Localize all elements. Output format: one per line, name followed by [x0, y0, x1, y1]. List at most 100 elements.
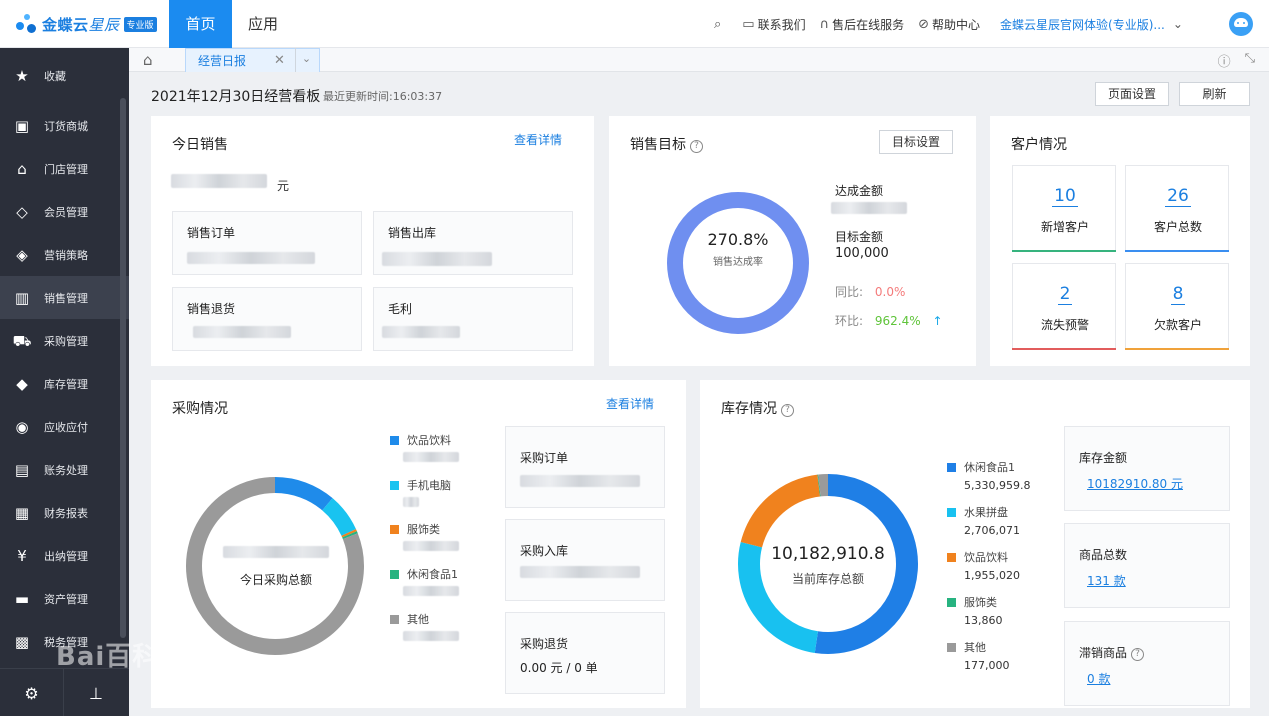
achieved-label: 达成金额	[835, 184, 884, 198]
sidebar-item-cashier[interactable]: ¥ 出纳管理	[0, 534, 129, 577]
home-icon[interactable]: ⌂	[143, 51, 153, 69]
help-icon[interactable]: ?	[690, 140, 703, 153]
purchase-legend-item[interactable]: 服饰类	[390, 521, 440, 537]
sidebar-item-store[interactable]: ⌂ 门店管理	[0, 147, 129, 190]
card-title: 销售目标?	[630, 134, 703, 154]
debtor-customers-box[interactable]: 8 欠款客户	[1125, 263, 1229, 350]
purchase-legend-item[interactable]: 饮品饮料	[390, 432, 451, 448]
yoy-row: 同比: 0.0%	[835, 285, 906, 299]
tab-dropdown-button[interactable]: ⌄	[295, 48, 317, 72]
fullscreen-icon[interactable]: ⤡	[1245, 51, 1255, 70]
sales-target-card: 销售目标? 目标设置 270.8% 销售达成率 达成金额 目标金额 100,00…	[609, 116, 976, 366]
sidebar-item-order-mall[interactable]: ▣ 订货商城	[0, 104, 129, 147]
total-customers-box[interactable]: 26 客户总数	[1125, 165, 1229, 252]
purchase-legend-value-redacted	[403, 497, 419, 507]
target-settings-button[interactable]: 目标设置	[879, 130, 953, 154]
purchase-legend-value-redacted	[403, 541, 459, 551]
target-value: 100,000	[835, 246, 889, 261]
donut-slice-休闲食品1[interactable]	[342, 531, 358, 540]
purchase-return-box[interactable]: 采购退货 0.00 元 / 0 单	[505, 612, 665, 694]
sidebar-item-favorites[interactable]: ★ 收藏	[0, 54, 129, 97]
churn-warning-box[interactable]: 2 流失预警	[1012, 263, 1116, 350]
brand-logo[interactable]: 金蝶云星辰 专业版	[14, 10, 157, 38]
inventory-legend-value: 13,860	[964, 614, 1003, 627]
inventory-legend-item[interactable]: 水果拼盘	[947, 504, 1008, 520]
target-rate: 270.8%	[707, 230, 769, 249]
slow-moving-link[interactable]: 0 款	[1087, 670, 1110, 687]
sidebar-item-assets[interactable]: ▬ 资产管理	[0, 577, 129, 620]
help-icon[interactable]: ?	[1131, 648, 1145, 661]
sidebar-scrollbar[interactable]	[120, 98, 126, 638]
page-settings-button[interactable]: 页面设置	[1095, 82, 1169, 106]
baidu-watermark: Bai百科	[56, 642, 160, 672]
card-title: 采购情况	[172, 401, 228, 417]
sidebar-item-reports[interactable]: ▦ 财务报表	[0, 491, 129, 534]
chat-icon: ▭	[742, 16, 755, 32]
sidebar-item-marketing[interactable]: ◈ 营销策略	[0, 233, 129, 276]
pin-button[interactable]: ⊥	[64, 669, 128, 716]
purchase-legend-item[interactable]: 手机电脑	[390, 477, 451, 493]
mom-value: 962.4%	[874, 314, 921, 328]
legend-swatch	[390, 615, 399, 624]
sales-return-box[interactable]: 销售退货	[172, 287, 362, 351]
help-center-link[interactable]: ⊘ 帮助中心	[918, 16, 980, 33]
purchase-detail-link[interactable]: 查看详情	[606, 395, 654, 412]
top-bar: 金蝶云星辰 专业版 首页 应用 ⌕ ▭ 联系我们 ∩ 售后在线服务 ⊘ 帮助中心 金蝶…	[0, 0, 1269, 48]
pin-icon: ⊥	[89, 683, 103, 703]
ledger-icon: ▤	[14, 460, 30, 479]
sidebar-item-sales[interactable]: ▥ 销售管理	[0, 276, 129, 319]
product-count-link[interactable]: 131 款	[1087, 572, 1126, 589]
inventory-legend-value: 1,955,020	[964, 569, 1020, 582]
sales-outbound-box[interactable]: 销售出库	[373, 211, 573, 275]
sidebar-item-inventory[interactable]: ◆ 库存管理	[0, 362, 129, 405]
purchase-donut	[186, 477, 364, 655]
nav-tab-home[interactable]: 首页	[169, 0, 232, 48]
purchase-legend-item[interactable]: 其他	[390, 611, 429, 627]
sidebar-item-members[interactable]: ◇ 会员管理	[0, 190, 129, 233]
target-rate-label: 销售达成率	[713, 257, 763, 268]
inventory-amount-box[interactable]: 库存金额 10182910.80 元	[1064, 426, 1230, 511]
slow-moving-box[interactable]: 滞销商品? 0 款	[1064, 621, 1230, 706]
new-customers-box[interactable]: 10 新增客户	[1012, 165, 1116, 252]
logo-icon	[14, 12, 38, 36]
legend-swatch	[947, 643, 956, 652]
inventory-legend-value: 5,330,959.8	[964, 479, 1031, 492]
purchase-return-value: 0.00 元 / 0 单	[520, 661, 598, 675]
purchase-legend-item[interactable]: 休闲食品1	[390, 566, 458, 582]
inventory-card: 库存情况? 10,182,910.8 当前库存总额 休闲食品1 5,330,959…	[700, 380, 1250, 708]
account-switcher[interactable]: 金蝶云星辰官网体验(专业版)... ⌄	[1000, 16, 1183, 33]
user-avatar[interactable]	[1229, 12, 1253, 36]
today-sales-card: 今日销售 查看详情 元 销售订单 销售出库 销售退货 毛利	[151, 116, 594, 366]
donut-slice-手机电脑[interactable]	[321, 498, 356, 537]
refresh-button[interactable]: 刷新	[1179, 82, 1250, 106]
sales-detail-link[interactable]: 查看详情	[514, 131, 562, 148]
inventory-legend-item[interactable]: 其他	[947, 639, 986, 655]
diamond-icon: ◇	[16, 202, 28, 221]
product-count-box[interactable]: 商品总数 131 款	[1064, 523, 1230, 608]
nav-tab-apps[interactable]: 应用	[236, 0, 290, 48]
sidebar-item-accounting[interactable]: ▤ 账务处理	[0, 448, 129, 491]
contact-us-link[interactable]: ▭ 联系我们	[742, 16, 805, 33]
sales-order-box[interactable]: 销售订单	[172, 211, 362, 275]
inventory-amount-link[interactable]: 10182910.80 元	[1087, 475, 1183, 492]
inventory-legend-item[interactable]: 休闲食品1	[947, 459, 1015, 475]
donut-slice-饮品饮料[interactable]	[274, 477, 333, 511]
yoy-value: 0.0%	[874, 285, 906, 299]
search-button[interactable]: ⌕	[714, 17, 724, 32]
help-icon[interactable]: ⓘ	[1218, 51, 1231, 70]
inventory-legend-item[interactable]: 饮品饮料	[947, 549, 1008, 565]
tax-icon: ▩	[14, 632, 30, 651]
settings-button[interactable]: ⚙	[0, 669, 64, 716]
sidebar-item-purchase[interactable]: ⛟ 采购管理	[0, 319, 129, 362]
inventory-legend-item[interactable]: 服饰类	[947, 594, 997, 610]
purchase-center-label: 今日采购总额	[239, 573, 312, 587]
donut-slice-服饰类[interactable]	[341, 529, 357, 538]
purchase-inbound-box[interactable]: 采购入库	[505, 519, 665, 601]
help-icon[interactable]: ?	[781, 404, 794, 417]
close-icon[interactable]: ✕	[274, 53, 285, 68]
after-sales-link[interactable]: ∩ 售后在线服务	[820, 16, 905, 33]
sidebar-item-receivables[interactable]: ◉ 应收应付	[0, 405, 129, 448]
gross-profit-box[interactable]: 毛利	[373, 287, 573, 351]
purchase-order-box[interactable]: 采购订单	[505, 426, 665, 508]
donut-slice-饮品饮料[interactable]	[740, 474, 821, 548]
